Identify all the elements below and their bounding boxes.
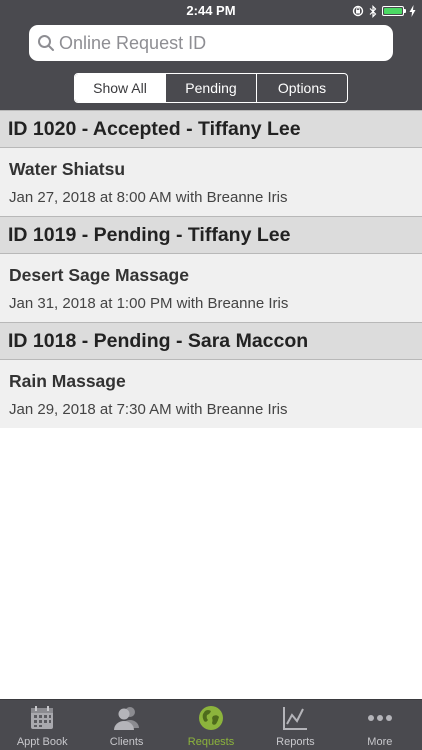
search-input[interactable] [59,25,384,61]
tab-reports[interactable]: Reports [253,700,337,750]
request-row[interactable]: Rain Massage Jan 29, 2018 at 7:30 AM wit… [0,360,422,428]
tab-label: Requests [187,736,235,748]
tab-label: Clients [109,736,144,748]
request-section-header: ID 1020 - Accepted - Tiffany Lee [0,110,422,148]
request-details: Jan 31, 2018 at 1:00 PM with Breanne Iri… [9,295,289,312]
request-service: Rain Massage [9,371,126,391]
chart-icon [280,703,310,733]
request-details: Jan 29, 2018 at 7:30 AM with Breanne Iri… [9,401,288,418]
status-bar: 2:44 PM [0,0,422,22]
request-service: Desert Sage Massage [9,265,189,285]
request-service: Water Shiatsu [9,159,126,179]
clients-icon [112,703,142,733]
filter-segmented-control: Show All Pending Options [74,73,348,103]
battery-level [384,8,402,14]
orientation-lock-icon [352,5,364,17]
tab-label: Reports [276,736,315,748]
battery-icon [382,6,406,16]
request-section-header: ID 1018 - Pending - Sara Maccon [0,322,422,360]
calendar-icon [27,703,57,733]
request-row[interactable]: Water Shiatsu Jan 27, 2018 at 8:00 AM wi… [0,148,422,216]
header: Show All Pending Options [0,22,422,110]
tab-bar: Appt Book Clients Requests Reports More [0,699,422,750]
segment-show-all[interactable]: Show All [75,74,165,102]
tab-label: More [367,736,393,748]
charging-icon [409,5,416,17]
globe-icon [196,703,226,733]
search-bar[interactable] [29,25,393,61]
bluetooth-icon [369,4,377,18]
tab-more[interactable]: More [338,700,422,750]
request-list: ID 1020 - Accepted - Tiffany Lee Water S… [0,110,422,428]
request-row[interactable]: Desert Sage Massage Jan 31, 2018 at 1:00… [0,254,422,322]
request-details: Jan 27, 2018 at 8:00 AM with Breanne Iri… [9,189,288,206]
tab-label: Appt Book [16,736,68,748]
tab-clients[interactable]: Clients [84,700,168,750]
tab-appt-book[interactable]: Appt Book [0,700,84,750]
request-section-header: ID 1019 - Pending - Tiffany Lee [0,216,422,254]
search-icon [38,35,54,51]
status-icons [352,4,416,18]
segment-pending[interactable]: Pending [165,74,256,102]
tab-requests[interactable]: Requests [169,700,253,750]
segment-options[interactable]: Options [256,74,347,102]
more-icon [365,703,395,733]
